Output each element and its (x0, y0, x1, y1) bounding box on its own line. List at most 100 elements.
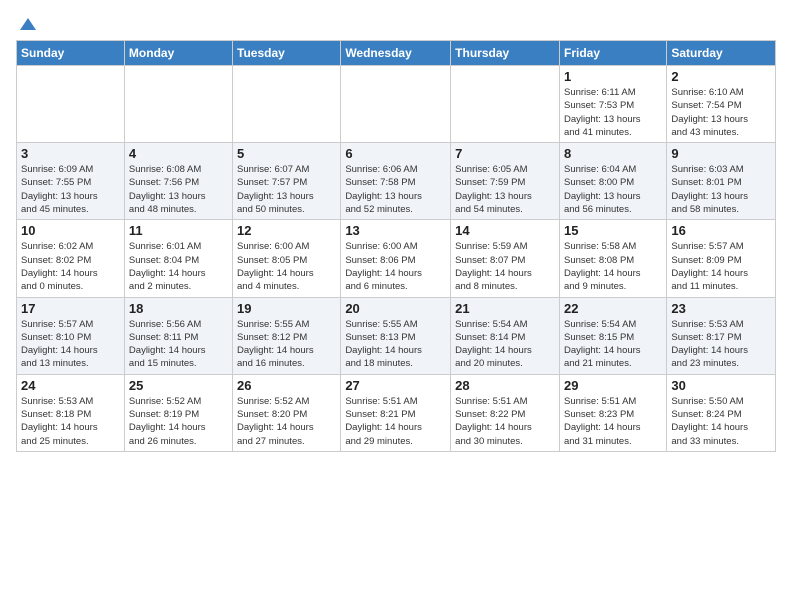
calendar-cell (124, 66, 232, 143)
weekday-header: Monday (124, 41, 232, 66)
calendar-cell: 9 Sunrise: 6:03 AM Sunset: 8:01 PM Daylig… (667, 143, 776, 220)
calendar-week-row: 17 Sunrise: 5:57 AM Sunset: 8:10 PM Dayli… (17, 297, 776, 374)
day-info: Sunrise: 6:03 AM Sunset: 8:01 PM Dayligh… (671, 163, 771, 216)
calendar-cell: 25 Sunrise: 5:52 AM Sunset: 8:19 PM Dayli… (124, 374, 232, 451)
day-number: 18 (129, 301, 228, 316)
calendar-header-row: SundayMondayTuesdayWednesdayThursdayFrid… (17, 41, 776, 66)
day-number: 20 (345, 301, 446, 316)
weekday-header: Wednesday (341, 41, 451, 66)
day-number: 7 (455, 146, 555, 161)
day-number: 17 (21, 301, 120, 316)
calendar-week-row: 24Sunrise: 5:53 AM Sunset: 8:18 PM Dayli… (17, 374, 776, 451)
day-number: 27 (345, 378, 446, 393)
weekday-header: Saturday (667, 41, 776, 66)
calendar-week-row: 10 Sunrise: 6:02 AM Sunset: 8:02 PM Dayli… (17, 220, 776, 297)
day-info: Sunrise: 6:07 AM Sunset: 7:57 PM Dayligh… (237, 163, 336, 216)
calendar-cell: 24Sunrise: 5:53 AM Sunset: 8:18 PM Dayli… (17, 374, 125, 451)
day-number: 11 (129, 223, 228, 238)
calendar-cell: 16 Sunrise: 5:57 AM Sunset: 8:09 PM Dayli… (667, 220, 776, 297)
calendar-cell: 12 Sunrise: 6:00 AM Sunset: 8:05 PM Dayli… (233, 220, 341, 297)
day-info: Sunrise: 5:52 AM Sunset: 8:19 PM Dayligh… (129, 395, 228, 448)
weekday-header: Friday (559, 41, 666, 66)
day-number: 21 (455, 301, 555, 316)
day-info: Sunrise: 6:00 AM Sunset: 8:05 PM Dayligh… (237, 240, 336, 293)
calendar-cell: 5 Sunrise: 6:07 AM Sunset: 7:57 PM Daylig… (233, 143, 341, 220)
day-info: Sunrise: 5:59 AM Sunset: 8:07 PM Dayligh… (455, 240, 555, 293)
day-info: Sunrise: 6:04 AM Sunset: 8:00 PM Dayligh… (564, 163, 662, 216)
calendar-cell: 29 Sunrise: 5:51 AM Sunset: 8:23 PM Dayli… (559, 374, 666, 451)
day-info: Sunrise: 6:11 AM Sunset: 7:53 PM Dayligh… (564, 86, 662, 139)
page-header (16, 16, 776, 32)
calendar-body: 1 Sunrise: 6:11 AM Sunset: 7:53 PM Daylig… (17, 66, 776, 452)
calendar-cell: 10 Sunrise: 6:02 AM Sunset: 8:02 PM Dayli… (17, 220, 125, 297)
day-number: 12 (237, 223, 336, 238)
day-number: 5 (237, 146, 336, 161)
day-info: Sunrise: 5:53 AM Sunset: 8:17 PM Dayligh… (671, 318, 771, 371)
calendar-cell: 20 Sunrise: 5:55 AM Sunset: 8:13 PM Dayli… (341, 297, 451, 374)
day-info: Sunrise: 6:06 AM Sunset: 7:58 PM Dayligh… (345, 163, 446, 216)
day-info: Sunrise: 5:51 AM Sunset: 8:23 PM Dayligh… (564, 395, 662, 448)
day-number: 1 (564, 69, 662, 84)
day-info: Sunrise: 6:08 AM Sunset: 7:56 PM Dayligh… (129, 163, 228, 216)
calendar-cell: 2 Sunrise: 6:10 AM Sunset: 7:54 PM Daylig… (667, 66, 776, 143)
day-number: 4 (129, 146, 228, 161)
calendar-cell: 27 Sunrise: 5:51 AM Sunset: 8:21 PM Dayli… (341, 374, 451, 451)
day-info: Sunrise: 5:51 AM Sunset: 8:22 PM Dayligh… (455, 395, 555, 448)
day-info: Sunrise: 6:00 AM Sunset: 8:06 PM Dayligh… (345, 240, 446, 293)
day-info: Sunrise: 5:54 AM Sunset: 8:15 PM Dayligh… (564, 318, 662, 371)
calendar-week-row: 3 Sunrise: 6:09 AM Sunset: 7:55 PM Daylig… (17, 143, 776, 220)
calendar-cell: 28 Sunrise: 5:51 AM Sunset: 8:22 PM Dayli… (451, 374, 560, 451)
day-number: 25 (129, 378, 228, 393)
day-info: Sunrise: 5:50 AM Sunset: 8:24 PM Dayligh… (671, 395, 771, 448)
day-info: Sunrise: 6:01 AM Sunset: 8:04 PM Dayligh… (129, 240, 228, 293)
day-number: 9 (671, 146, 771, 161)
day-info: Sunrise: 5:57 AM Sunset: 8:09 PM Dayligh… (671, 240, 771, 293)
calendar-cell: 3 Sunrise: 6:09 AM Sunset: 7:55 PM Daylig… (17, 143, 125, 220)
logo-icon (18, 16, 38, 36)
day-number: 14 (455, 223, 555, 238)
calendar-cell (233, 66, 341, 143)
day-info: Sunrise: 5:51 AM Sunset: 8:21 PM Dayligh… (345, 395, 446, 448)
day-number: 23 (671, 301, 771, 316)
day-number: 29 (564, 378, 662, 393)
calendar-cell: 17 Sunrise: 5:57 AM Sunset: 8:10 PM Dayli… (17, 297, 125, 374)
calendar-cell (341, 66, 451, 143)
calendar-table: SundayMondayTuesdayWednesdayThursdayFrid… (16, 40, 776, 452)
day-number: 10 (21, 223, 120, 238)
calendar-cell: 11 Sunrise: 6:01 AM Sunset: 8:04 PM Dayli… (124, 220, 232, 297)
day-number: 3 (21, 146, 120, 161)
calendar-cell: 19 Sunrise: 5:55 AM Sunset: 8:12 PM Dayli… (233, 297, 341, 374)
day-info: Sunrise: 6:05 AM Sunset: 7:59 PM Dayligh… (455, 163, 555, 216)
calendar-cell: 4 Sunrise: 6:08 AM Sunset: 7:56 PM Daylig… (124, 143, 232, 220)
day-number: 13 (345, 223, 446, 238)
day-number: 19 (237, 301, 336, 316)
day-info: Sunrise: 5:55 AM Sunset: 8:12 PM Dayligh… (237, 318, 336, 371)
calendar-cell: 7 Sunrise: 6:05 AM Sunset: 7:59 PM Daylig… (451, 143, 560, 220)
day-number: 30 (671, 378, 771, 393)
calendar-cell: 6Sunrise: 6:06 AM Sunset: 7:58 PM Daylig… (341, 143, 451, 220)
calendar-cell: 1 Sunrise: 6:11 AM Sunset: 7:53 PM Daylig… (559, 66, 666, 143)
day-info: Sunrise: 6:10 AM Sunset: 7:54 PM Dayligh… (671, 86, 771, 139)
weekday-header: Sunday (17, 41, 125, 66)
day-number: 8 (564, 146, 662, 161)
day-info: Sunrise: 6:02 AM Sunset: 8:02 PM Dayligh… (21, 240, 120, 293)
day-info: Sunrise: 5:54 AM Sunset: 8:14 PM Dayligh… (455, 318, 555, 371)
calendar-cell: 30 Sunrise: 5:50 AM Sunset: 8:24 PM Dayli… (667, 374, 776, 451)
calendar-cell (451, 66, 560, 143)
day-number: 26 (237, 378, 336, 393)
day-info: Sunrise: 5:57 AM Sunset: 8:10 PM Dayligh… (21, 318, 120, 371)
calendar-cell (17, 66, 125, 143)
calendar-cell: 26Sunrise: 5:52 AM Sunset: 8:20 PM Dayli… (233, 374, 341, 451)
calendar-cell: 18Sunrise: 5:56 AM Sunset: 8:11 PM Dayli… (124, 297, 232, 374)
calendar-cell: 23 Sunrise: 5:53 AM Sunset: 8:17 PM Dayli… (667, 297, 776, 374)
day-info: Sunrise: 6:09 AM Sunset: 7:55 PM Dayligh… (21, 163, 120, 216)
calendar-cell: 21 Sunrise: 5:54 AM Sunset: 8:14 PM Dayli… (451, 297, 560, 374)
calendar-cell: 22 Sunrise: 5:54 AM Sunset: 8:15 PM Dayli… (559, 297, 666, 374)
day-info: Sunrise: 5:55 AM Sunset: 8:13 PM Dayligh… (345, 318, 446, 371)
day-number: 22 (564, 301, 662, 316)
day-number: 24 (21, 378, 120, 393)
day-number: 2 (671, 69, 771, 84)
day-number: 16 (671, 223, 771, 238)
weekday-header: Tuesday (233, 41, 341, 66)
day-number: 28 (455, 378, 555, 393)
